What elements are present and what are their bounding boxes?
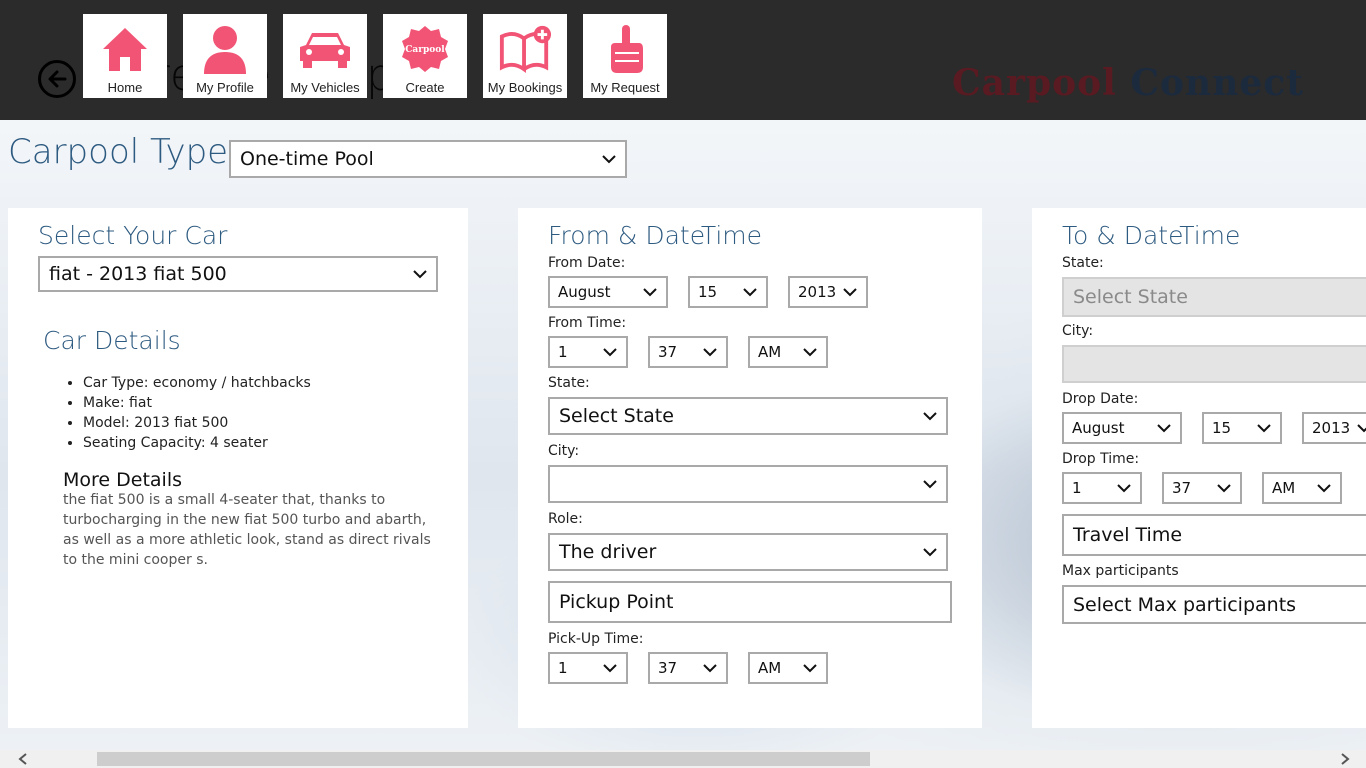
chevron-down-icon (413, 270, 427, 279)
list-item: Car Type: economy / hatchbacks (83, 373, 311, 393)
chevron-down-icon (1117, 484, 1131, 493)
drop-hour-select[interactable]: 1 (1062, 472, 1142, 504)
chevron-down-icon (803, 664, 817, 673)
from-state-label: State: (548, 375, 590, 391)
nav-my-vehicles-button[interactable]: My Vehicles (283, 14, 367, 98)
list-item: Make: fiat (83, 393, 311, 413)
drop-day-select[interactable]: 15 (1202, 412, 1282, 444)
from-city-label: City: (548, 443, 580, 459)
chevron-down-icon (703, 348, 717, 357)
nav-my-request-button[interactable]: My Request (583, 14, 667, 98)
chevron-down-icon (743, 288, 757, 297)
drop-ampm-select[interactable]: AM (1262, 472, 1342, 504)
from-state-select[interactable]: Select State (548, 397, 948, 435)
drop-time-label: Drop Time: (1062, 451, 1140, 467)
nav-my-vehicles-label: My Vehicles (290, 80, 360, 95)
chevron-down-icon (603, 664, 617, 673)
chevron-down-icon (1217, 484, 1231, 493)
nav-my-request-label: My Request (590, 80, 660, 95)
car-select[interactable]: fiat - 2013 fiat 500 (38, 256, 438, 292)
scroll-left-button[interactable] (14, 750, 32, 768)
from-datetime-title: From & DateTime (548, 221, 763, 250)
role-select[interactable]: The driver (548, 533, 948, 571)
home-icon (98, 22, 152, 76)
more-details-text: the fiat 500 is a small 4-seater that, t… (63, 492, 431, 568)
scroll-right-button[interactable] (1336, 750, 1354, 768)
nav-bar: Home My Profile My Vehicles Carpool Crea… (83, 14, 667, 98)
to-city-select[interactable] (1062, 345, 1366, 383)
chevron-down-icon (1157, 424, 1171, 433)
pickup-minute-select[interactable]: 37 (648, 652, 728, 684)
back-button[interactable] (38, 60, 76, 98)
max-participants-select[interactable]: Select Max participants (1062, 585, 1366, 624)
to-city-label: City: (1062, 323, 1094, 339)
from-city-select[interactable] (548, 465, 948, 503)
chevron-down-icon (923, 480, 937, 489)
chevron-down-icon (1257, 424, 1271, 433)
svg-text:Carpool: Carpool (405, 45, 445, 55)
chevron-down-icon (923, 548, 937, 557)
nav-home-label: Home (107, 80, 143, 95)
chevron-down-icon (703, 664, 717, 673)
nav-my-profile-label: My Profile (196, 80, 254, 95)
from-ampm-select[interactable]: AM (748, 336, 828, 368)
chevron-down-icon (643, 288, 657, 297)
person-icon (198, 22, 252, 76)
chevron-down-icon (843, 288, 857, 297)
chevron-left-icon (18, 753, 27, 765)
drop-minute-select[interactable]: 37 (1162, 472, 1242, 504)
carpool-type-select[interactable]: One-time Pool (229, 140, 627, 178)
horizontal-scrollbar[interactable] (0, 750, 1366, 768)
from-date-label: From Date: (548, 255, 626, 271)
drop-date-label: Drop Date: (1062, 391, 1139, 407)
scrollbar-thumb[interactable] (97, 752, 870, 766)
from-day-select[interactable]: 15 (688, 276, 768, 308)
to-datetime-title: To & DateTime (1062, 221, 1241, 250)
pickup-point-input[interactable]: Pickup Point (548, 581, 952, 623)
from-minute-select[interactable]: 37 (648, 336, 728, 368)
car-details-list: Car Type: economy / hatchbacks Make: fia… (66, 373, 311, 453)
drop-year-select[interactable]: 2013 (1302, 412, 1366, 444)
nav-create-button[interactable]: Carpool Create (383, 14, 467, 98)
nav-my-bookings-button[interactable]: My Bookings (483, 14, 567, 98)
pickup-ampm-select[interactable]: AM (748, 652, 828, 684)
hand-point-icon (598, 22, 652, 76)
brand-logo: Carpool Connect (952, 62, 1304, 104)
carpool-type-label: Carpool Type (8, 132, 229, 172)
carpool-badge-icon: Carpool (398, 22, 452, 76)
travel-time-input[interactable]: Travel Time (1062, 514, 1366, 556)
top-app-bar: Create Carpool Home My Profile (0, 0, 1366, 120)
chevron-down-icon (923, 412, 937, 421)
pickup-hour-select[interactable]: 1 (548, 652, 628, 684)
list-item: Seating Capacity: 4 seater (83, 433, 311, 453)
more-details-title: More Details (63, 469, 183, 491)
car-details-title: Car Details (43, 326, 181, 355)
book-add-icon (498, 22, 552, 76)
select-car-title: Select Your Car (38, 221, 228, 250)
nav-home-button[interactable]: Home (83, 14, 167, 98)
max-participants-label: Max participants (1062, 563, 1179, 579)
from-hour-select[interactable]: 1 (548, 336, 628, 368)
chevron-down-icon (602, 155, 616, 164)
chevron-down-icon (1357, 424, 1366, 433)
drop-month-select[interactable]: August (1062, 412, 1182, 444)
car-icon (298, 22, 352, 76)
chevron-right-icon (1341, 753, 1350, 765)
nav-my-profile-button[interactable]: My Profile (183, 14, 267, 98)
list-item: Model: 2013 fiat 500 (83, 413, 311, 433)
nav-create-label: Create (405, 80, 445, 95)
arrow-left-icon (48, 70, 67, 88)
from-year-select[interactable]: 2013 (788, 276, 868, 308)
role-label: Role: (548, 511, 583, 527)
from-time-label: From Time: (548, 315, 627, 331)
pickup-time-label: Pick-Up Time: (548, 631, 644, 647)
chevron-down-icon (803, 348, 817, 357)
to-state-select[interactable]: Select State (1062, 277, 1366, 317)
chevron-down-icon (603, 348, 617, 357)
chevron-down-icon (1317, 484, 1331, 493)
to-state-label: State: (1062, 255, 1104, 271)
from-month-select[interactable]: August (548, 276, 668, 308)
nav-my-bookings-label: My Bookings (487, 80, 563, 95)
